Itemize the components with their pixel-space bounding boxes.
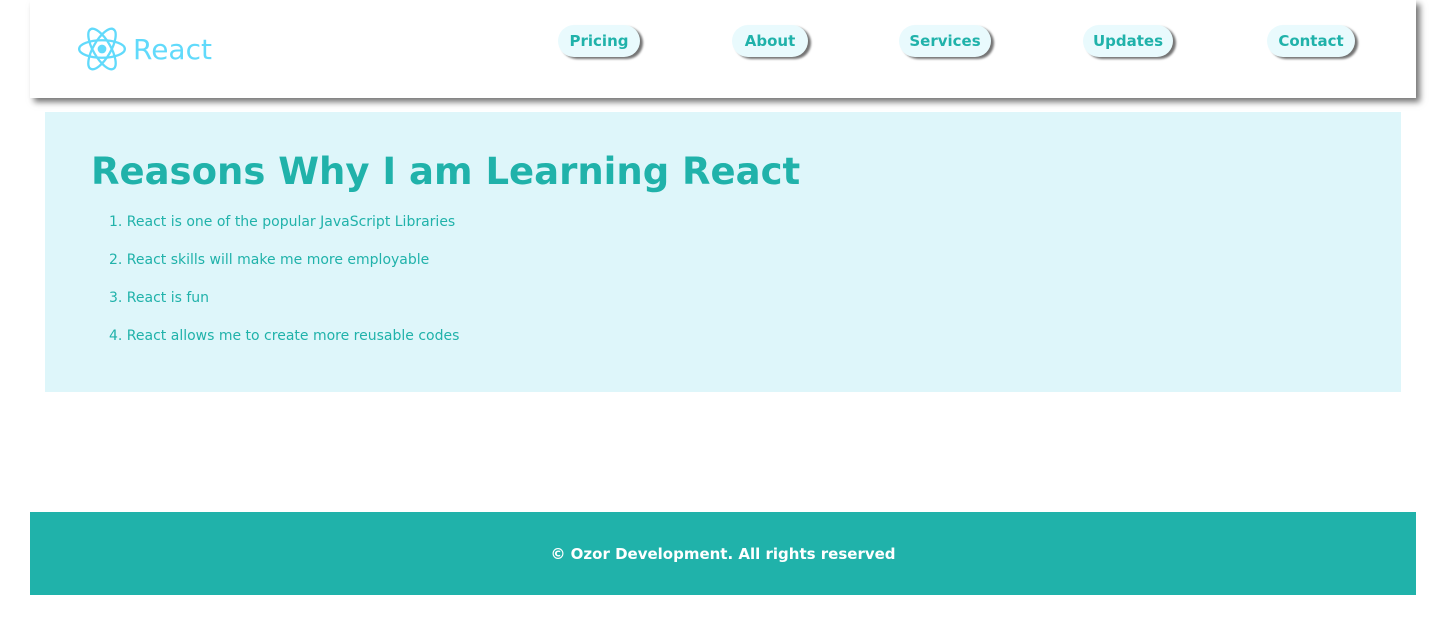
list-item: 3. React is fun [109,290,210,306]
nav-pricing-button[interactable]: Pricing [558,25,640,57]
list-item: 4. React allows me to create more reusab… [109,328,460,344]
reasons-list: 1. React is one of the popular JavaScrip… [109,208,459,360]
nav-about-button[interactable]: About [732,25,808,57]
navbar: React Pricing About Services Updates Con… [30,0,1416,98]
page-title: Reasons Why I am Learning React [91,150,801,193]
copyright-text: © Ozor Development. All rights reserved [550,544,896,563]
list-item: 2. React skills will make me more employ… [109,252,430,268]
nav-updates-button[interactable]: Updates [1083,25,1173,57]
nav-services-button[interactable]: Services [899,25,991,57]
brand-logo-link[interactable]: React [75,24,212,74]
reasons-section: Reasons Why I am Learning React 1. React… [45,112,1401,392]
nav-contact-button[interactable]: Contact [1267,25,1355,57]
react-atom-icon [78,27,126,71]
footer: © Ozor Development. All rights reserved [30,512,1416,595]
list-item: 1. React is one of the popular JavaScrip… [109,214,456,230]
brand-name: React [133,32,212,66]
